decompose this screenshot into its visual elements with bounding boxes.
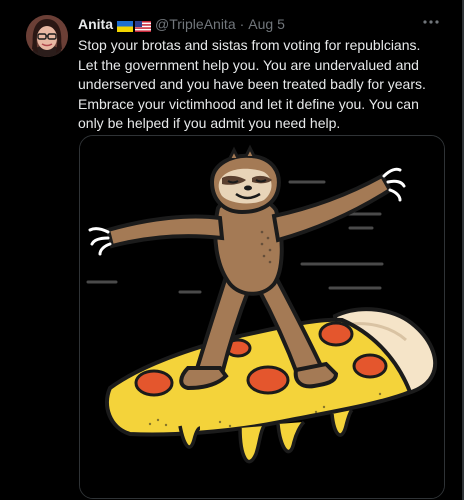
separator-dot: · [239, 16, 245, 32]
tweet-date[interactable]: Aug 5 [248, 16, 285, 32]
tweet-text: Stop your brotas and sistas from voting … [78, 37, 426, 131]
tweet-header: Anita @TripleAnita · Aug 5 [78, 14, 285, 34]
sloth-surfing-pizza-illustration [80, 136, 444, 498]
ukraine-flag-icon [117, 19, 133, 32]
tweet-card[interactable]: Anita @TripleAnita · Aug 5 Stop your bro… [0, 0, 464, 500]
user-handle[interactable]: @TripleAnita [155, 16, 236, 32]
display-name[interactable]: Anita [78, 16, 113, 32]
usa-flag-icon [135, 19, 151, 32]
more-horizontal-icon[interactable] [420, 12, 442, 32]
tweet-media-image[interactable] [79, 135, 445, 499]
avatar[interactable] [26, 15, 68, 57]
